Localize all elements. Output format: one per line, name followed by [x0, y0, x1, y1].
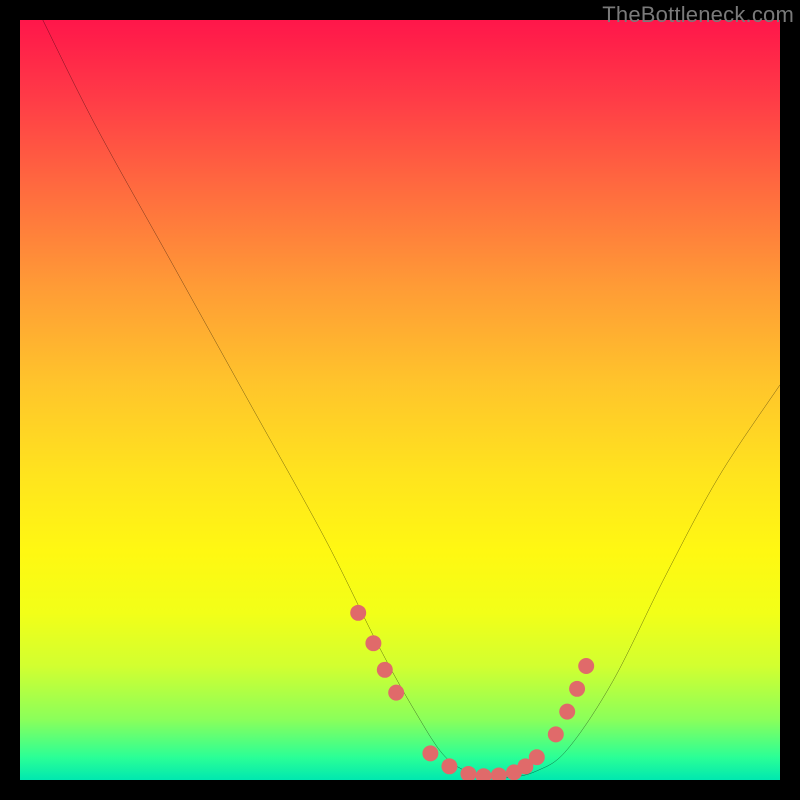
highlight-dot: [559, 704, 575, 720]
highlight-dot: [578, 658, 594, 674]
plot-area: [20, 20, 780, 780]
bottleneck-curve: [43, 20, 780, 778]
highlight-dot: [476, 768, 492, 780]
chart-frame: TheBottleneck.com: [0, 0, 800, 800]
highlight-dot: [441, 758, 457, 774]
watermark-text: TheBottleneck.com: [602, 2, 794, 28]
highlight-dots: [350, 605, 594, 780]
highlight-dot: [569, 681, 585, 697]
highlight-dot: [491, 767, 507, 780]
curve-svg: [20, 20, 780, 780]
highlight-dot: [548, 726, 564, 742]
highlight-dot: [377, 662, 393, 678]
highlight-dot: [529, 749, 545, 765]
highlight-dot: [388, 685, 404, 701]
highlight-dot: [365, 635, 381, 651]
highlight-dot: [460, 766, 476, 780]
highlight-dot: [350, 605, 366, 621]
highlight-dot: [422, 745, 438, 761]
